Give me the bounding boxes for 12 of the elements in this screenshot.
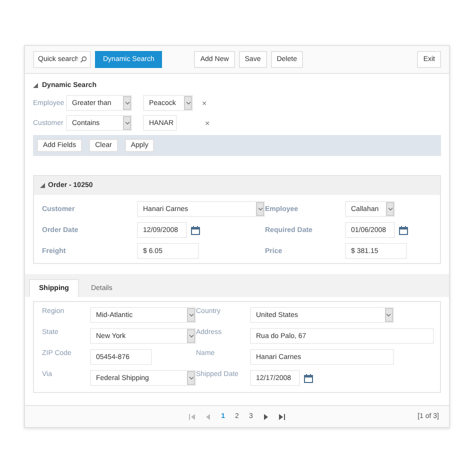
calendar-icon[interactable] <box>191 226 200 234</box>
first-page-icon[interactable] <box>189 414 196 420</box>
calendar-icon[interactable] <box>399 226 408 234</box>
remove-filter-button[interactable]: × <box>205 118 210 128</box>
previous-page-icon[interactable] <box>205 414 212 420</box>
collapse-triangle-icon[interactable] <box>33 83 38 88</box>
collapse-triangle-icon[interactable] <box>40 183 45 188</box>
calendar-icon[interactable] <box>304 374 313 382</box>
search-icon[interactable] <box>80 56 87 63</box>
last-page-icon[interactable] <box>278 414 285 420</box>
remove-filter-button[interactable]: × <box>202 98 207 108</box>
next-page-icon[interactable] <box>262 414 269 420</box>
